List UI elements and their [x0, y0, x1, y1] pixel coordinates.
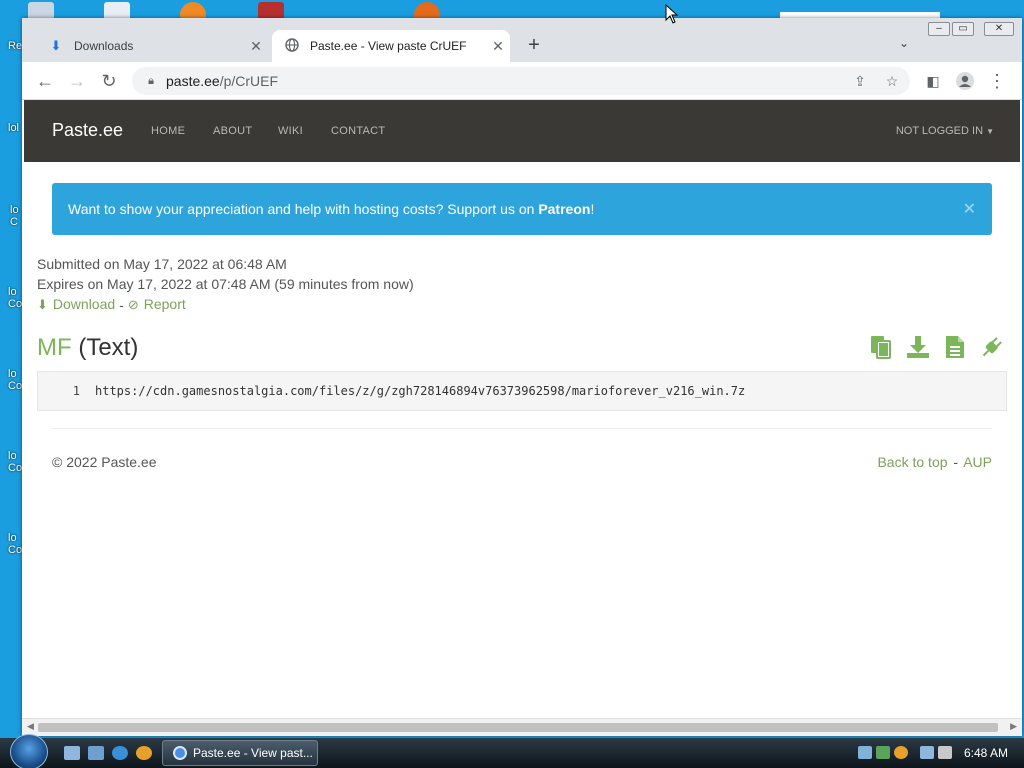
- taskbar-task-label: Paste.ee - View past...: [193, 746, 313, 760]
- scroll-right-icon[interactable]: ▶: [1010, 721, 1017, 732]
- aup-link[interactable]: AUP: [963, 454, 992, 470]
- nav-wiki[interactable]: WIKI: [278, 125, 303, 137]
- paste-code-block[interactable]: 1 https://cdn.gamesnostalgia.com/files/z…: [37, 371, 1007, 411]
- minimize-button[interactable]: –: [928, 22, 950, 36]
- tab-title: Paste.ee - View paste CrUEF: [310, 39, 467, 53]
- menu-kebab-icon[interactable]: ⋮: [985, 69, 1009, 93]
- desktop-label: lo Co: [8, 286, 23, 310]
- copyright: © 2022 Paste.ee: [52, 454, 157, 470]
- tab-search-chevron-icon[interactable]: ⌄: [892, 36, 916, 56]
- share-icon[interactable]: ⇪: [848, 67, 872, 95]
- forward-arrow-icon[interactable]: →: [65, 69, 89, 93]
- expires-date: Expires on May 17, 2022 at 07:48 AM (59 …: [37, 276, 414, 292]
- start-button[interactable]: [10, 734, 48, 768]
- tab-downloads[interactable]: ⬇ Downloads ✕: [36, 30, 268, 62]
- paste-toolbar: [868, 334, 1016, 360]
- download-link[interactable]: ⬇ Download: [37, 296, 115, 313]
- paste-actions: ⬇ Download - ⊘ Report: [37, 296, 186, 313]
- back-arrow-icon[interactable]: ←: [33, 69, 57, 93]
- code-line: https://cdn.gamesnostalgia.com/files/z/g…: [95, 384, 746, 398]
- desktop-label: lo Co: [8, 368, 23, 392]
- maximize-button[interactable]: ▭: [952, 22, 974, 36]
- close-window-button[interactable]: ✕: [984, 22, 1014, 36]
- chrome-icon: [173, 746, 187, 760]
- desktop-label: lo Co: [8, 450, 23, 474]
- address-url: paste.ee/p/CrUEF: [166, 73, 279, 89]
- alert-close-icon[interactable]: ✕: [963, 199, 976, 219]
- globe-icon: [284, 37, 300, 55]
- side-panel-icon[interactable]: ◧: [921, 69, 945, 93]
- raw-file-icon[interactable]: [942, 334, 968, 360]
- search-icon[interactable]: [136, 746, 152, 760]
- clock[interactable]: 6:48 AM: [964, 746, 1008, 760]
- mouse-cursor-icon: [665, 4, 679, 24]
- internet-explorer-icon[interactable]: [112, 746, 128, 760]
- ban-icon: ⊘: [127, 297, 139, 312]
- nav-home[interactable]: HOME: [151, 125, 185, 137]
- new-tab-button[interactable]: +: [522, 34, 546, 58]
- close-tab-icon[interactable]: ✕: [244, 38, 268, 55]
- download-icon: ⬇: [50, 38, 62, 53]
- nav-contact[interactable]: CONTACT: [331, 125, 385, 137]
- back-to-top-link[interactable]: Back to top: [877, 454, 947, 470]
- nav-about[interactable]: ABOUT: [213, 125, 252, 137]
- close-tab-icon[interactable]: ✕: [486, 38, 510, 55]
- scrollbar-thumb[interactable]: [38, 723, 998, 732]
- horizontal-scrollbar[interactable]: ◀ ▶: [22, 718, 1022, 736]
- page-content: Paste.ee HOME ABOUT WIKI CONTACT NOT LOG…: [22, 100, 1022, 718]
- show-desktop-icon[interactable]: [64, 746, 80, 760]
- network-icon[interactable]: [920, 746, 934, 759]
- download-icon: ⬇: [37, 297, 48, 312]
- system-tray: 6:48 AM: [854, 738, 1024, 768]
- report-link[interactable]: ⊘ Report: [128, 296, 186, 313]
- switch-windows-icon[interactable]: [88, 746, 104, 760]
- bookmark-star-icon[interactable]: ☆: [880, 67, 904, 95]
- volume-muted-icon[interactable]: [938, 746, 952, 759]
- taskbar: Paste.ee - View past... 6:48 AM: [0, 734, 1024, 768]
- user-menu-label: NOT LOGGED IN: [895, 125, 984, 137]
- lock-icon[interactable]: 🔒︎: [144, 75, 158, 88]
- alert-message: Want to show your appreciation and help …: [68, 201, 595, 217]
- desktop-label: lol: [8, 122, 20, 134]
- separator: -: [119, 296, 124, 313]
- scroll-left-icon[interactable]: ◀: [27, 721, 34, 732]
- patreon-alert: Want to show your appreciation and help …: [52, 183, 992, 235]
- line-number: 1: [72, 384, 80, 398]
- site-navbar: Paste.ee HOME ABOUT WIKI CONTACT NOT LOG…: [24, 100, 1020, 162]
- separator: -: [953, 454, 959, 470]
- desktop-label: Re: [8, 40, 23, 52]
- desktop-label: lo C: [10, 204, 19, 228]
- tab-strip: ⬇ Downloads ✕ Paste.ee - View paste CrUE…: [22, 18, 1022, 62]
- tray-search-icon[interactable]: [894, 746, 908, 759]
- footer-links: Back to top - AUP: [877, 454, 992, 470]
- patreon-link[interactable]: Patreon: [538, 201, 590, 217]
- embed-plug-icon[interactable]: [979, 334, 1005, 360]
- download-paste-icon[interactable]: [905, 334, 931, 360]
- tab-title: Downloads: [74, 39, 134, 53]
- tab-paste[interactable]: Paste.ee - View paste CrUEF ✕: [272, 30, 510, 62]
- tray-app-icon[interactable]: [858, 746, 872, 759]
- reload-icon[interactable]: ↻: [97, 69, 121, 93]
- submitted-date: Submitted on May 17, 2022 at 06:48 AM: [37, 256, 287, 272]
- desktop-label: lo Co: [8, 532, 23, 556]
- site-brand[interactable]: Paste.ee: [52, 120, 123, 141]
- browser-toolbar: ← → ↻ 🔒︎ paste.ee/p/CrUEF ⇪ ☆ ◧ ⋮: [22, 62, 1022, 100]
- user-menu-dropdown[interactable]: NOT LOGGED IN ▼: [896, 125, 994, 137]
- profile-avatar-icon[interactable]: [953, 69, 977, 93]
- tray-app-icon[interactable]: [876, 746, 890, 759]
- footer-divider: [52, 428, 992, 429]
- taskbar-chrome-button[interactable]: Paste.ee - View past...: [162, 740, 318, 766]
- browser-window: ⬇ Downloads ✕ Paste.ee - View paste CrUE…: [22, 18, 1022, 736]
- copy-icon[interactable]: [868, 334, 894, 360]
- paste-title: MF (Text): [37, 334, 139, 361]
- address-bar[interactable]: 🔒︎ paste.ee/p/CrUEF ⇪ ☆: [132, 67, 910, 95]
- caret-down-icon: ▼: [986, 127, 994, 136]
